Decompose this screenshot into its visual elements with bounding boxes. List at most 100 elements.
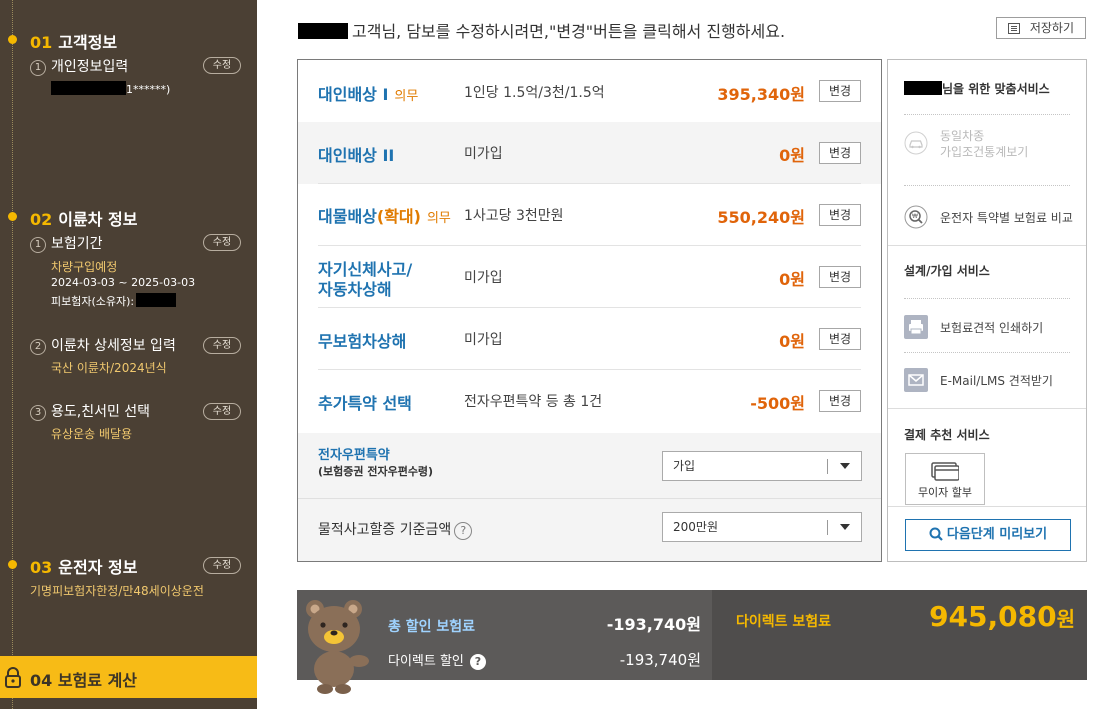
edit-usage-button[interactable]: 수정 [203, 403, 241, 420]
coverage-row: 대인배상 I 의무 1인당 1.5억/3천/1.5억 395,340원 변경 [298, 60, 881, 122]
next-step-preview-button[interactable]: 다음단계 미리보기 [905, 519, 1071, 551]
driver-info-value: 기명피보험자한정/만48세이상운전 [30, 584, 204, 598]
step-dot [8, 212, 17, 221]
coverage-label-line2: 자동차상해 [318, 280, 392, 299]
email-rider-select[interactable]: 가입 [662, 451, 862, 481]
coverage-amount: 395,340원 [717, 85, 805, 104]
direct-premium-label: 다이렉트 보험료 [736, 614, 832, 630]
step-rail [12, 0, 13, 709]
services-panel: 님을 위한 맞춤서비스 동일차종 가입조건통계보기 ₩ 운전자 특약별 보험료 … [887, 59, 1087, 562]
email-rider-value: 가입 [673, 459, 696, 473]
coverage-row: 자기신체사고/ 자동차상해 미가입 0원 변경 [298, 246, 881, 308]
step-4-title: 04 보험료 계산 [30, 667, 137, 691]
sub-label: 용도,친서민 선택 [51, 404, 151, 420]
step-2-sub-2: 2 이륜차 상세정보 입력 [30, 335, 176, 355]
step-number: 02 [30, 210, 53, 229]
dotted-divider [904, 352, 1070, 353]
coverage-label: 대물배상 [318, 207, 377, 226]
email-rider-sub: (보험증권 전자우편수령) [318, 465, 434, 478]
step-2-sub-3: 3 용도,친서민 선택 [30, 401, 150, 421]
coverage-name: 자기신체사고/ 자동차상해 [318, 260, 412, 300]
step-number: 01 [30, 33, 53, 52]
step-label: 이륜차 정보 [58, 210, 138, 229]
coverage-desc: 1사고당 3천만원 [464, 208, 564, 224]
dotted-divider [904, 298, 1070, 299]
change-button[interactable]: 변경 [819, 204, 861, 226]
coverage-desc: 1인당 1.5억/3천/1.5억 [464, 85, 605, 101]
payment-service-title: 결제 추천 서비스 [904, 428, 990, 442]
coverage-amount: 0원 [779, 270, 805, 289]
insured-owner-label: 피보험자(소유자): [51, 295, 135, 308]
insurance-period: 2024-03-03 ~ 2025-03-03 [51, 276, 196, 289]
design-service-title: 설계/가입 서비스 [904, 264, 990, 278]
redacted-block [136, 293, 177, 307]
help-icon[interactable]: ? [454, 522, 473, 540]
sub-label: 개인정보입력 [51, 59, 129, 75]
step-number: 04 [30, 671, 53, 690]
property-threshold-title: 물적사고할증 기준금액 [318, 522, 452, 538]
coverage-desc: 미가입 [464, 270, 503, 286]
step-dot [8, 560, 17, 569]
coverage-name: 대인배상 II [318, 146, 395, 165]
coverage-label-accent: (확대) [376, 207, 421, 226]
property-threshold-value: 200만원 [673, 520, 718, 534]
printer-icon [904, 315, 928, 339]
mail-icon [904, 368, 928, 392]
same-car-stats-text: 동일차종 가입조건통계보기 [940, 128, 1028, 160]
change-button[interactable]: 변경 [819, 142, 861, 164]
purchase-status: 차량구입예정 [51, 260, 118, 274]
section-divider [888, 506, 1086, 507]
property-threshold-select[interactable]: 200만원 [662, 512, 862, 542]
sub-label: 보험기간 [51, 236, 103, 252]
edit-vehicle-detail-button[interactable]: 수정 [203, 337, 241, 354]
dotted-divider [904, 114, 1070, 115]
edit-personal-info-button[interactable]: 수정 [203, 57, 241, 74]
select-divider [827, 459, 828, 474]
change-button[interactable]: 변경 [819, 266, 861, 288]
chevron-down-icon [840, 524, 850, 530]
step-dot [8, 35, 17, 44]
change-button[interactable]: 변경 [819, 80, 861, 102]
direct-discount-text: 다이렉트 할인 [388, 654, 464, 669]
personal-id-masked: 1******) [126, 83, 171, 96]
change-button[interactable]: 변경 [819, 390, 861, 412]
step-label: 운전자 정보 [58, 558, 138, 577]
premium-summary: 총 할인 보험료 -193,740원 다이렉트 할인? -193,740원 다이… [297, 590, 1087, 694]
section-divider [888, 245, 1086, 246]
usage-value: 유상운송 배달용 [51, 427, 133, 441]
save-label: 저장하기 [1029, 21, 1074, 35]
direct-premium-amount: 945,080 [929, 600, 1057, 633]
sub-number: 1 [30, 237, 46, 253]
option-divider [298, 498, 881, 499]
save-button[interactable]: 저장하기 [996, 17, 1086, 39]
sub-number: 2 [30, 339, 46, 355]
step-3-title: 03 운전자 정보 [30, 554, 137, 578]
edit-driver-info-button[interactable]: 수정 [203, 557, 241, 574]
personal-info-value: 1******) [51, 81, 170, 96]
coverage-row: 대인배상 II 미가입 0원 변경 [298, 122, 881, 184]
card-icon [931, 462, 959, 481]
email-rider-label: 전자우편특약 (보험증권 전자우편수령) [318, 448, 433, 480]
step-1-sub-1: 1 개인정보입력 [30, 56, 128, 76]
coverage-panel: 대인배상 I 의무 1인당 1.5억/3천/1.5억 395,340원 변경 대인… [297, 59, 882, 562]
mandatory-badge: 의무 [426, 211, 451, 226]
lock-icon [5, 667, 21, 688]
coverage-name: 대인배상 I 의무 [318, 85, 418, 107]
insured-owner: 피보험자(소유자): [51, 293, 177, 309]
change-button[interactable]: 변경 [819, 328, 861, 350]
print-estimate-text: 보험료견적 인쇄하기 [940, 321, 1044, 335]
dotted-divider [904, 185, 1070, 186]
search-icon [929, 527, 943, 541]
coverage-amount: -500원 [750, 394, 805, 413]
step-2-sub-1: 1 보험기간 [30, 233, 103, 253]
coverage-name: 무보험차상해 [318, 332, 407, 351]
help-icon[interactable]: ? [469, 654, 486, 670]
edit-insurance-period-button[interactable]: 수정 [203, 234, 241, 251]
custom-service-label: 님을 위한 맞춤서비스 [942, 82, 1050, 96]
bear-mascot-icon [306, 600, 369, 694]
coverage-label: 대인배상 I [318, 85, 389, 104]
coverage-amount: 550,240원 [717, 208, 805, 227]
sub-number: 1 [30, 60, 46, 76]
redacted-block [298, 23, 348, 39]
installment-button[interactable]: 무이자 할부 [905, 453, 985, 505]
